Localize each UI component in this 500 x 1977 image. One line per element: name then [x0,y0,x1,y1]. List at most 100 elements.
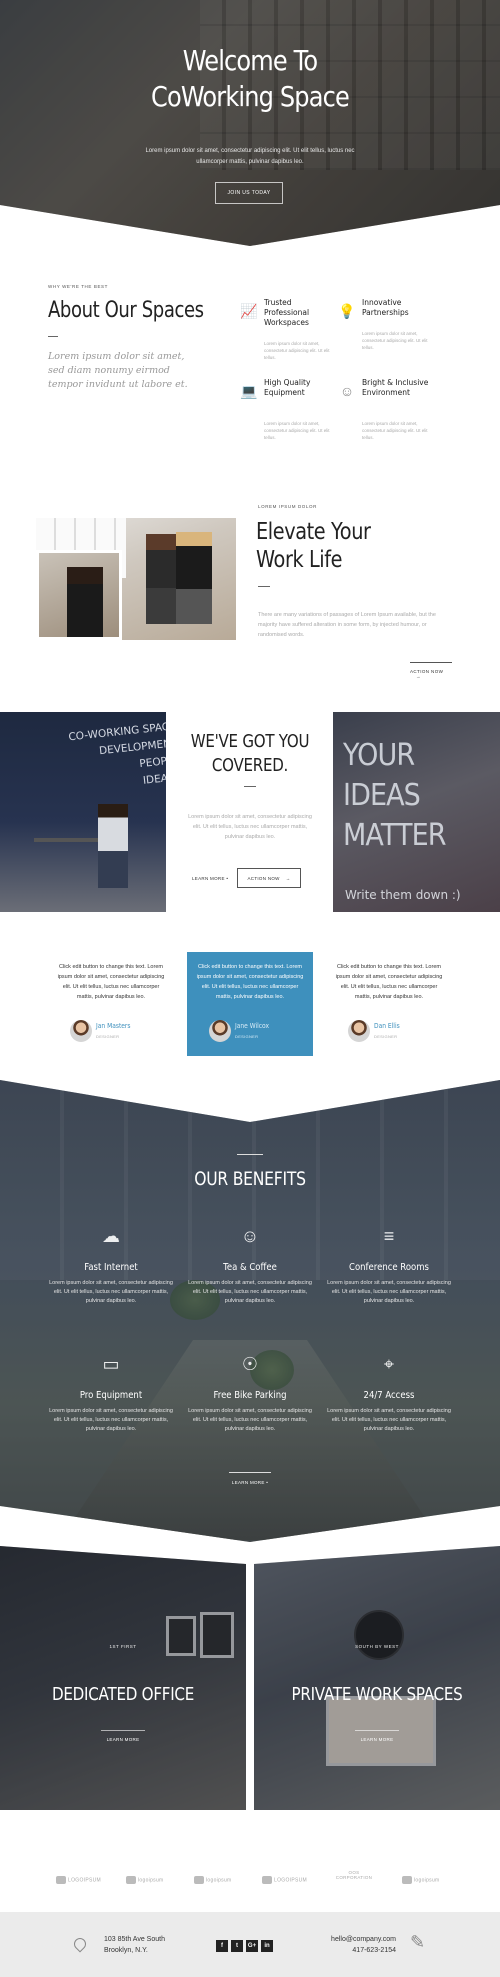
client-logo: LOGOIPSUM [262,1876,307,1884]
logo-text: LOGOIPSUM [274,1877,307,1884]
location-icon: ⌖ [383,1354,395,1374]
arrow-right-icon: → [285,875,291,881]
action-now-button[interactable]: ACTION NOW → [237,868,301,888]
learn-more-link[interactable]: LEARN MORE • [192,876,228,881]
footer-address: 103 85th Ave South Brooklyn, N.Y. [104,1934,165,1956]
dedicated-office-card[interactable]: 1ST FIRST DEDICATED OFFICE LEARN MORE [0,1546,246,1810]
avatar [70,1020,92,1042]
elevate-title-line2: Work Life [256,547,343,573]
private-work-spaces-card[interactable]: SOUTH BY WEST PRIVATE WORK SPACES LEARN … [254,1546,500,1810]
smile-icon: ☺ [240,1226,260,1246]
card-overlay [0,1546,246,1810]
person [146,534,180,624]
testimonial-card-highlighted: Click edit button to change this text. L… [187,952,313,1056]
feature-text: Lorem ipsum dolor sit amet, consectetur … [362,331,428,350]
hero-title-line2: CoWorking Space [151,80,350,113]
about-lead: Lorem ipsum dolor sit amet, sed diam non… [48,351,188,390]
hero-overlay [0,0,500,246]
hero-subtitle: Lorem ipsum dolor sit amet, consectetur … [0,146,500,168]
divider [244,786,256,787]
benefit-fast-internet: ☁ Fast Internet Lorem ipsum dolor sit am… [46,1224,176,1306]
benefit-24-7-access: ⌖ 24/7 Access Lorem ipsum dolor sit amet… [324,1352,454,1434]
testimonial-card: Click edit button to change this text. L… [48,952,174,1056]
ideas-matter-photo: YOUR IDEAS MATTER Write them down :) [333,712,500,912]
benefit-pro-equipment: ▭ Pro Equipment Lorem ipsum dolor sit am… [46,1352,176,1434]
benefit-title: Fast Internet [84,1262,138,1273]
hero-title-line1: Welcome To [182,44,318,77]
benefit-title: Conference Rooms [349,1262,429,1273]
feature-innovative: 💡 Innovative Partnerships Lorem ipsum do… [338,298,430,358]
benefits-title: OUR BENEFITS [194,1168,306,1190]
person [176,532,212,624]
logo-text: logoipsum [414,1877,440,1884]
testimonial-role: DESIGNER [96,1034,120,1039]
feature-title: Bright & Inclusive Environment [362,378,429,397]
footer-contact: hello@company.com 417-623-2154 [331,1934,396,1956]
about-section: WHY WE'RE THE BEST About Our Spaces Lore… [0,270,500,440]
sign-text: YOUR IDEAS MATTER [343,736,447,856]
benefit-text: Lorem ipsum dolor sit amet, consectetur … [49,1408,173,1432]
logo-text: logoipsum [206,1877,232,1884]
space-title: PRIVATE WORK SPACES [291,1684,463,1705]
person [98,804,128,888]
action-label: ACTION NOW [410,669,444,674]
covered-title-line2: COVERED. [211,756,289,776]
footer-email[interactable]: hello@company.com [331,1934,396,1945]
space-eyebrow: 1ST FIRST [109,1644,137,1649]
benefits-learn-more-link[interactable]: LEARN MORE • [229,1472,271,1485]
linkedin-icon[interactable]: in [261,1940,273,1952]
learn-more-label: LEARN MORE [231,1480,265,1485]
feature-equipment: 💻 High Quality Equipment Lorem ipsum dol… [240,378,332,440]
benefit-text: Lorem ipsum dolor sit amet, consectetur … [49,1280,173,1304]
logo-text: OOS CORPORATION [335,1870,373,1880]
card-overlay [254,1546,500,1810]
hero-section: Welcome To CoWorking Space Lorem ipsum d… [0,0,500,246]
page: Welcome To CoWorking Space Lorem ipsum d… [0,0,500,1977]
client-logo: LOGOIPSUM [56,1876,101,1884]
lightbulb-icon: 💡 [338,303,356,319]
facebook-icon[interactable]: f [216,1940,228,1952]
client-logo: OOS CORPORATION [330,1870,378,1880]
covered-body: Lorem ipsum dolor sit amet, consectetur … [188,814,312,840]
feature-title: High Quality Equipment [264,378,311,397]
pin-icon: • [226,876,229,881]
feature-text: Lorem ipsum dolor sit amet, consectetur … [264,341,330,360]
sign-text-line: YOUR [343,738,415,773]
chart-icon: ≡ [383,1226,395,1246]
space-learn-more[interactable]: LEARN MORE [355,1730,399,1742]
join-us-button[interactable]: JOIN US TODAY [215,182,283,204]
divider [258,586,270,587]
client-logo: logoipsum [402,1876,440,1884]
twitter-icon[interactable]: t [231,1940,243,1952]
testimonial-role: DESIGNER [235,1034,259,1039]
hero-subtitle-line1: Lorem ipsum dolor sit amet, consectetur … [145,148,355,154]
footer-phone[interactable]: 417-623-2154 [331,1945,396,1956]
elevate-body: There are many variations of passages of… [258,612,436,638]
feature-title: Innovative Partnerships [362,298,409,317]
divider [48,336,58,337]
action-label: ACTION NOW [247,875,280,881]
google-plus-icon[interactable]: G+ [246,1940,258,1952]
location-pin-icon [71,1935,89,1953]
testimonial-name: Jan Masters [96,1022,131,1030]
testimonial-name: Jane Wilcox [235,1022,270,1030]
cloud-icon: ☁ [102,1226,120,1246]
benefit-title: Tea & Coffee [223,1262,277,1273]
arrow-right-icon: → [416,674,421,679]
client-logos: LOGOIPSUM logoipsum logoipsum LOGOIPSUM … [0,1868,500,1898]
social-links: f t G+ in [216,1940,273,1952]
hero-subtitle-line2: ullamcorper mattis, pulvinar dapibus leo… [196,159,304,165]
testimonial-quote: Click edit button to change this text. L… [57,964,165,1000]
space-learn-more[interactable]: LEARN MORE [101,1730,145,1742]
testimonials-section: Click edit button to change this text. L… [0,950,500,1058]
action-now-link[interactable]: ACTION NOW → [410,662,452,679]
client-logo: logoipsum [194,1876,232,1884]
address-line2: Brooklyn, N.Y. [104,1947,148,1954]
man-photo [36,550,122,640]
benefit-text: Lorem ipsum dolor sit amet, consectetur … [327,1408,451,1432]
feature-text: Lorem ipsum dolor sit amet, consectetur … [264,421,330,440]
client-logo: logoipsum [126,1876,164,1884]
feature-title: Trusted Professional Workspaces [264,298,310,327]
logo-mark-icon [126,1876,136,1884]
chart-icon: 📈 [240,303,258,319]
